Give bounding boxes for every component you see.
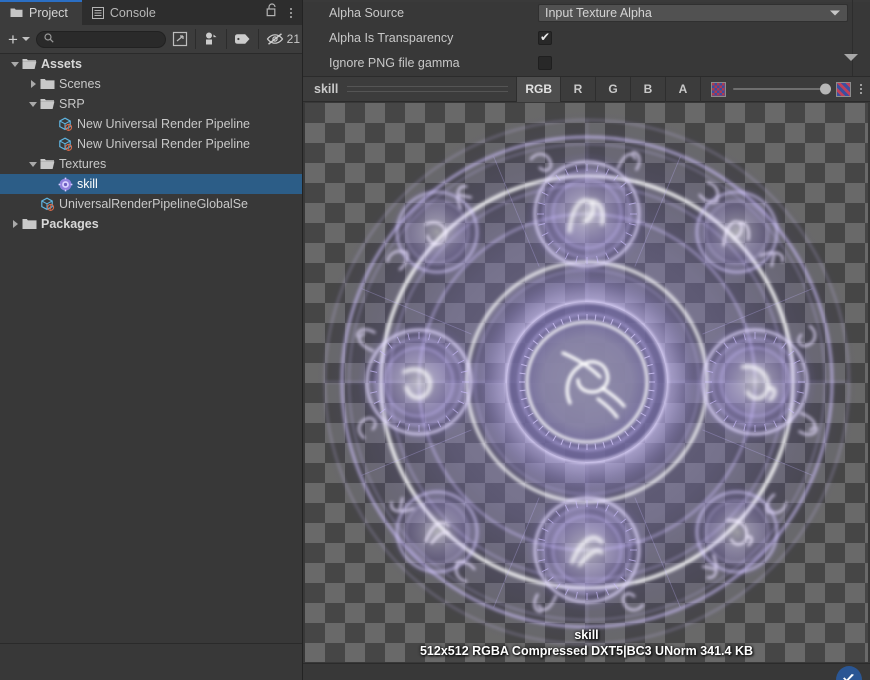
tree-row-new-universal-render-pipeline[interactable]: New Universal Render Pipeline bbox=[0, 114, 302, 134]
dropdown-value: Input Texture Alpha bbox=[545, 5, 652, 20]
toolbar-divider bbox=[257, 29, 259, 49]
tree-row-universalrenderpipelineglobalse[interactable]: UniversalRenderPipelineGlobalSe bbox=[0, 194, 302, 214]
folder-icon bbox=[40, 78, 55, 90]
asset-cube-icon bbox=[40, 197, 55, 211]
hidden-items-count: 21 bbox=[286, 32, 300, 46]
mip-low-icon[interactable] bbox=[711, 81, 726, 97]
field-row-alpha-is-transparency: Alpha Is Transparency ✔ bbox=[303, 25, 870, 50]
chevron-down-icon[interactable] bbox=[21, 37, 30, 41]
tree-row-label: Assets bbox=[41, 57, 82, 71]
channel-button-a[interactable]: A bbox=[665, 76, 700, 102]
field-label: Alpha Source bbox=[329, 5, 405, 20]
tree-row-assets[interactable]: Assets bbox=[0, 54, 302, 74]
collab-cloud-icon[interactable] bbox=[836, 666, 862, 680]
eye-off-icon[interactable] bbox=[260, 29, 286, 50]
channel-button-r[interactable]: R bbox=[560, 76, 595, 102]
folder-icon bbox=[22, 218, 37, 230]
texture-icon bbox=[58, 177, 73, 192]
scroll-down-triangle-icon[interactable] bbox=[844, 54, 858, 61]
tree-row-packages[interactable]: Packages bbox=[0, 214, 302, 234]
search-icon bbox=[44, 30, 54, 48]
project-panel: Project Console + 21 Assets Scenes SRP N… bbox=[0, 0, 303, 680]
tree-row-new-universal-render-pipeline[interactable]: New Universal Render Pipeline bbox=[0, 134, 302, 154]
tree-row-label: New Universal Render Pipeline bbox=[77, 137, 250, 151]
channel-button-rgb[interactable]: RGB bbox=[516, 76, 560, 102]
search-field[interactable] bbox=[35, 30, 166, 48]
project-panel-footer bbox=[0, 643, 302, 680]
project-asset-tree[interactable]: Assets Scenes SRP New Universal Render Pipe… bbox=[0, 54, 302, 644]
mip-level-controls bbox=[700, 76, 870, 102]
tree-row-label: SRP bbox=[59, 97, 85, 111]
check-icon: ✔ bbox=[539, 30, 551, 44]
mip-high-icon[interactable] bbox=[836, 81, 851, 97]
tab-project-label: Project bbox=[29, 5, 68, 20]
mip-level-slider[interactable] bbox=[733, 83, 831, 95]
field-row-ignore-png-file-gamma: Ignore PNG file gamma bbox=[303, 50, 870, 75]
alpha-source-dropdown[interactable]: Input Texture Alpha bbox=[538, 3, 848, 22]
unity-editor-window: Project Console + 21 Assets Scenes SRP N… bbox=[0, 0, 870, 680]
preview-title: skill bbox=[314, 82, 339, 96]
console-icon bbox=[91, 6, 104, 19]
tab-project[interactable]: Project bbox=[0, 0, 82, 25]
channel-button-g[interactable]: G bbox=[595, 76, 630, 102]
tab-console-label: Console bbox=[109, 5, 156, 20]
filter-by-type-icon[interactable] bbox=[197, 29, 225, 50]
field-label: Ignore PNG file gamma bbox=[329, 55, 460, 70]
chevron-right-icon[interactable] bbox=[8, 220, 22, 228]
tree-row-label: New Universal Render Pipeline bbox=[77, 117, 250, 131]
inspector-divider bbox=[852, 0, 853, 76]
texture-preview-canvas[interactable]: skill 512x512 RGBA Compressed DXT5|BC3 U… bbox=[305, 103, 868, 662]
folder-open-icon bbox=[22, 58, 37, 70]
kebab-menu-icon[interactable] bbox=[858, 84, 862, 94]
import-settings-fields: Alpha Source Input Texture Alpha Alpha Is … bbox=[303, 0, 870, 75]
asset-cube-icon bbox=[58, 137, 73, 151]
lock-open-icon[interactable] bbox=[266, 3, 278, 22]
checkbox-alpha-is-transparency[interactable]: ✔ bbox=[538, 30, 552, 45]
slider-knob[interactable] bbox=[820, 83, 831, 95]
field-label: Alpha Is Transparency bbox=[329, 30, 454, 45]
tree-row-scenes[interactable]: Scenes bbox=[0, 74, 302, 94]
channel-button-group[interactable]: RGB R G B A bbox=[516, 76, 700, 102]
search-input[interactable] bbox=[55, 32, 159, 46]
chevron-right-icon[interactable] bbox=[26, 80, 40, 88]
preview-header: skill RGB R G B A bbox=[303, 76, 870, 102]
chevron-down-icon[interactable] bbox=[26, 101, 40, 107]
tabbar-actions bbox=[266, 0, 302, 25]
asset-cube-icon bbox=[58, 117, 73, 131]
tree-row-textures[interactable]: Textures bbox=[0, 154, 302, 174]
magic-circle-texture bbox=[308, 103, 866, 661]
tree-row-label: Packages bbox=[41, 217, 99, 231]
tree-row-label: UniversalRenderPipelineGlobalSe bbox=[59, 197, 248, 211]
tree-row-label: Scenes bbox=[59, 77, 101, 91]
folder-icon bbox=[10, 7, 23, 18]
checkbox-ignore-png-file-gamma[interactable] bbox=[538, 55, 552, 70]
tab-console[interactable]: Console bbox=[81, 0, 170, 25]
preview-footer bbox=[303, 663, 870, 680]
folder-open-icon bbox=[40, 98, 55, 110]
preview-drag-handle[interactable] bbox=[347, 86, 509, 92]
project-tabbar: Project Console bbox=[0, 0, 302, 25]
tree-row-label: skill bbox=[77, 177, 98, 191]
texture-import-settings: Alpha Source Input Texture Alpha Alpha Is … bbox=[303, 0, 870, 77]
chevron-down-icon[interactable] bbox=[8, 61, 22, 67]
inspector-panel: Alpha Source Input Texture Alpha Alpha Is … bbox=[303, 0, 870, 680]
search-in-scene-icon[interactable] bbox=[166, 29, 194, 50]
tree-row-srp[interactable]: SRP bbox=[0, 94, 302, 114]
field-row-alpha-source: Alpha Source Input Texture Alpha bbox=[303, 0, 870, 25]
project-toolbar: + 21 bbox=[0, 25, 302, 54]
toolbar-divider bbox=[225, 29, 227, 49]
filter-by-label-icon[interactable] bbox=[228, 29, 257, 50]
folder-open-icon bbox=[40, 158, 55, 170]
tree-row-label: Textures bbox=[59, 157, 107, 171]
chevron-down-icon bbox=[830, 10, 840, 15]
kebab-menu-icon[interactable] bbox=[288, 5, 294, 21]
chevron-down-icon[interactable] bbox=[26, 161, 40, 167]
tree-row-skill[interactable]: skill bbox=[0, 174, 302, 194]
channel-button-b[interactable]: B bbox=[630, 76, 665, 102]
add-asset-button[interactable]: + bbox=[2, 31, 21, 48]
toolbar-divider bbox=[194, 29, 196, 49]
